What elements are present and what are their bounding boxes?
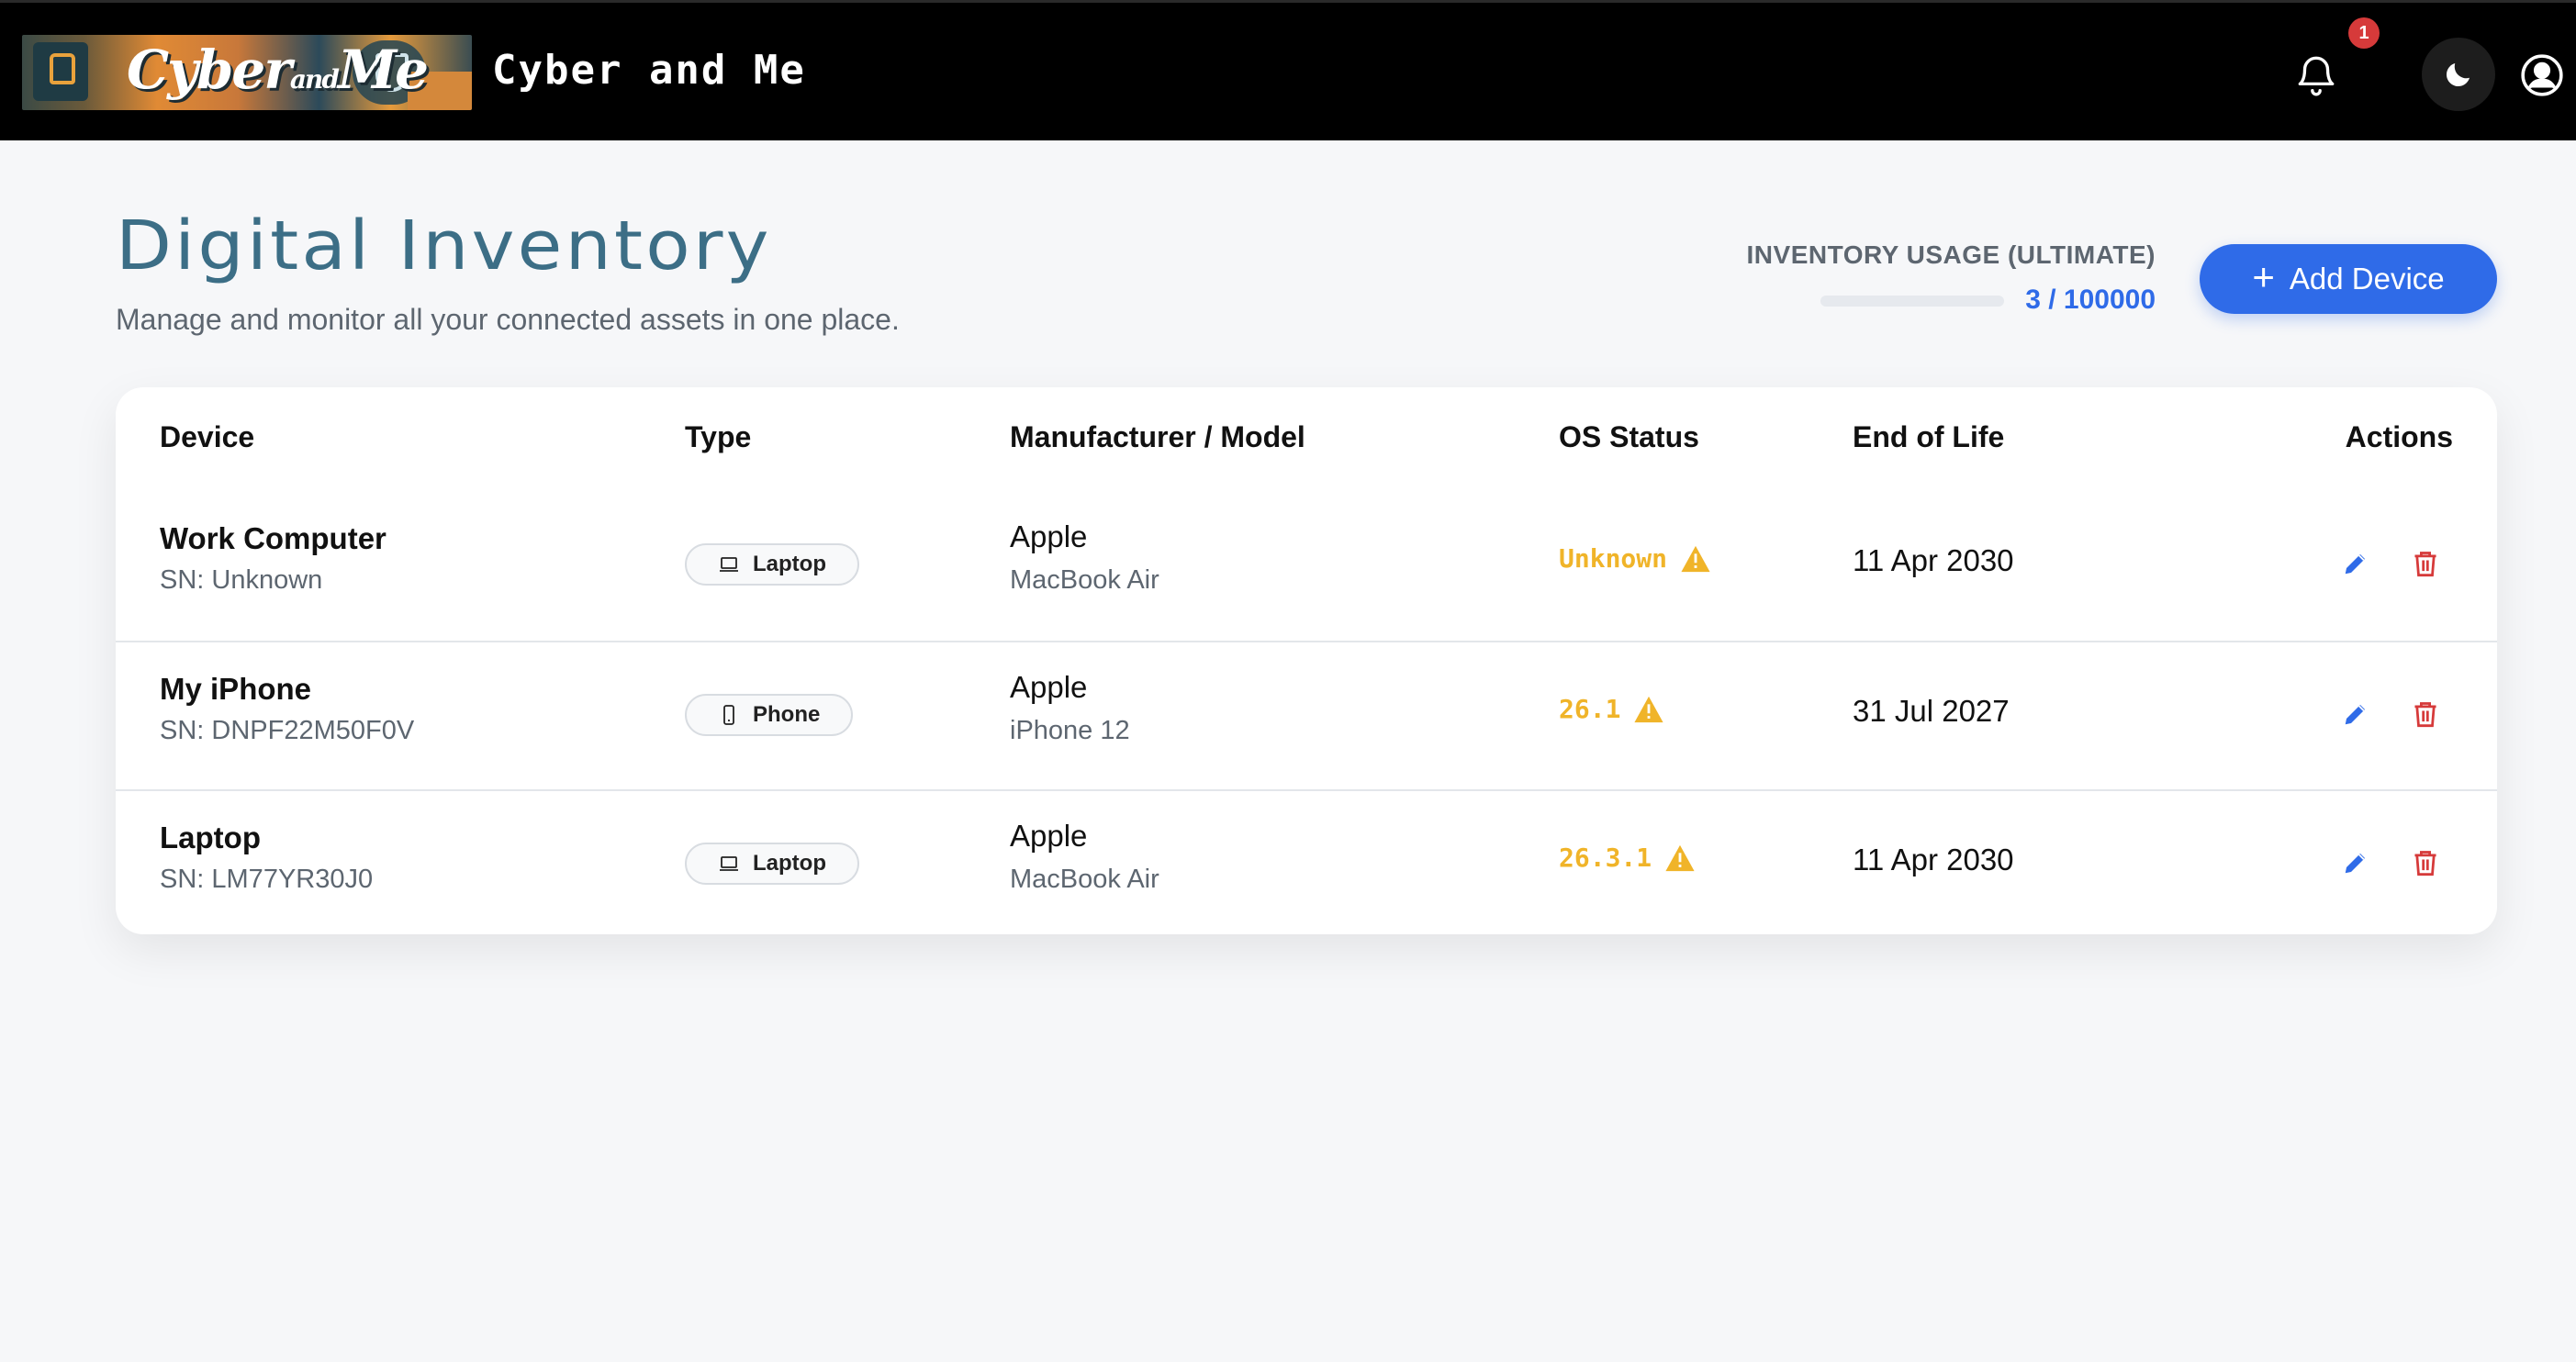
laptop-icon (720, 856, 738, 871)
column-header-device[interactable]: Device (160, 420, 254, 454)
delete-button[interactable] (2405, 543, 2446, 584)
column-header-end-of-life[interactable]: End of Life (1853, 420, 2004, 454)
table-row[interactable]: Work Computer SN: Unknown Laptop Apple M… (116, 492, 2497, 641)
laptop-icon (720, 557, 738, 572)
manufacturer: Apple (1010, 519, 1088, 553)
os-status: 26.1 (1559, 694, 1664, 724)
delete-button[interactable] (2405, 694, 2446, 734)
model: MacBook Air (1010, 565, 1159, 595)
os-status: Unknown (1559, 543, 1711, 574)
add-device-label: Add Device (2289, 262, 2445, 296)
manufacturer: Apple (1010, 819, 1088, 853)
column-header-actions: Actions (2345, 420, 2453, 453)
delete-button[interactable] (2405, 843, 2446, 883)
pencil-icon (2345, 705, 2365, 725)
end-of-life-date: 11 Apr 2030 (1853, 543, 2014, 577)
inventory-usage-bar (1820, 296, 2004, 307)
theme-toggle-button[interactable] (2422, 38, 2495, 111)
column-header-manufacturer[interactable]: Manufacturer / Model (1010, 420, 1305, 454)
pencil-icon (2345, 554, 2365, 575)
trash-icon (2414, 702, 2436, 728)
brand-logo[interactable]: CyberandMe (22, 35, 472, 110)
phone-icon (723, 705, 734, 725)
add-device-button[interactable]: + Add Device (2200, 244, 2497, 314)
inventory-usage-count: 3 / 100000 (2025, 285, 2156, 315)
device-name[interactable]: Work Computer (160, 521, 386, 556)
device-serial: SN: DNPF22M50F0V (160, 716, 415, 745)
column-header-type[interactable]: Type (685, 420, 751, 454)
edit-button[interactable] (2335, 694, 2376, 734)
device-type-badge: Phone (685, 694, 854, 736)
pencil-icon (2345, 854, 2365, 874)
logo-text: CyberandMe (127, 39, 429, 101)
page-subtitle: Manage and monitor all your connected as… (116, 303, 900, 336)
top-bar: CyberandMe Cyber and Me 1 (0, 0, 2576, 140)
column-header-os-status[interactable]: OS Status (1559, 420, 1699, 454)
table-row[interactable]: Laptop SN: LM77YR30J0 Laptop Apple MacBo… (116, 789, 2497, 934)
warning-icon (1665, 844, 1695, 871)
device-name[interactable]: Laptop (160, 821, 261, 855)
device-serial: SN: Unknown (160, 565, 323, 595)
device-serial: SN: LM77YR30J0 (160, 865, 374, 894)
page-title: Digital Inventory (116, 207, 772, 285)
edit-button[interactable] (2335, 843, 2376, 883)
plus-icon: + (2252, 255, 2275, 298)
device-type-badge: Laptop (685, 543, 859, 586)
bell-icon[interactable] (2293, 52, 2339, 98)
moon-icon (2446, 63, 2470, 87)
edit-button[interactable] (2335, 543, 2376, 584)
end-of-life-date: 31 Jul 2027 (1853, 694, 2010, 728)
model: MacBook Air (1010, 865, 1159, 894)
warning-icon (1634, 696, 1664, 722)
trash-icon (2414, 552, 2436, 577)
model: iPhone 12 (1010, 716, 1130, 745)
end-of-life-date: 11 Apr 2030 (1853, 843, 2014, 876)
table-row[interactable]: My iPhone SN: DNPF22M50F0V Phone Apple i… (116, 641, 2497, 789)
lock-icon (50, 53, 75, 84)
user-circle-icon[interactable] (2519, 52, 2565, 98)
os-status: 26.3.1 (1559, 843, 1696, 873)
brand-name[interactable]: Cyber and Me (492, 47, 806, 94)
trash-icon (2414, 851, 2436, 876)
device-name[interactable]: My iPhone (160, 672, 311, 707)
warning-icon (1681, 545, 1710, 572)
manufacturer: Apple (1010, 670, 1088, 704)
inventory-table: Device Type Manufacturer / Model OS Stat… (116, 387, 2497, 934)
device-type-badge: Laptop (685, 843, 859, 885)
inventory-usage-label: INVENTORY USAGE (ULTIMATE) (1746, 240, 2156, 269)
notification-badge[interactable]: 1 (2348, 17, 2380, 49)
